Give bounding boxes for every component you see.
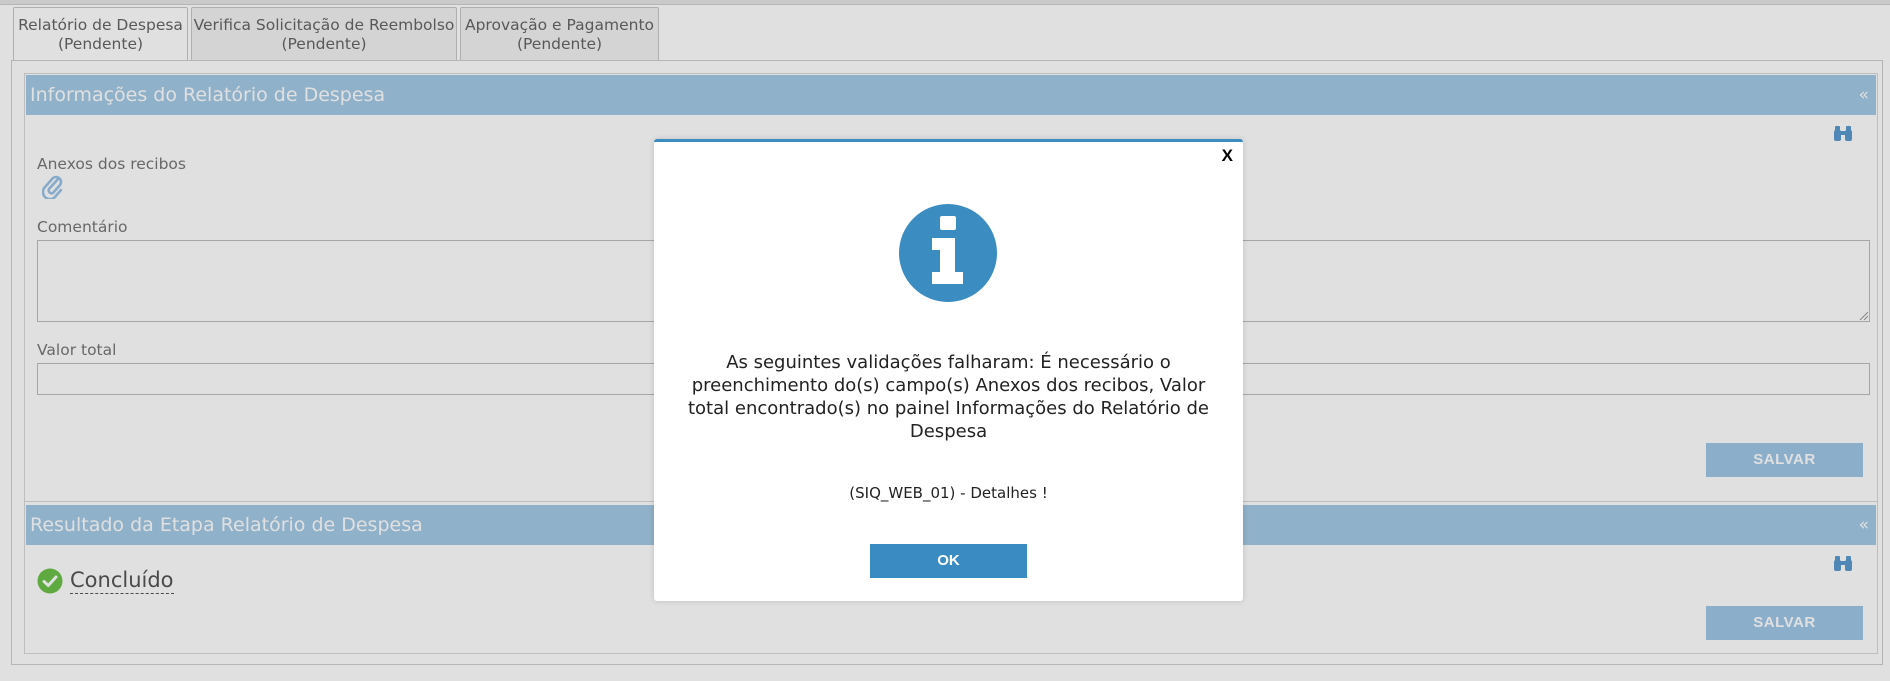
validation-dialog: X As seguintes validações falharam: É ne… — [654, 139, 1243, 601]
page: Relatório de Despesa (Pendente) Verifica… — [0, 0, 1890, 681]
dialog-error-code[interactable]: (SIQ_WEB_01) - Detalhes ! — [674, 484, 1223, 502]
ok-button[interactable]: OK — [870, 544, 1027, 578]
close-button[interactable]: X — [1222, 146, 1233, 166]
dialog-message: As seguintes validações falharam: É nece… — [687, 352, 1210, 442]
info-circle-icon — [899, 204, 997, 302]
